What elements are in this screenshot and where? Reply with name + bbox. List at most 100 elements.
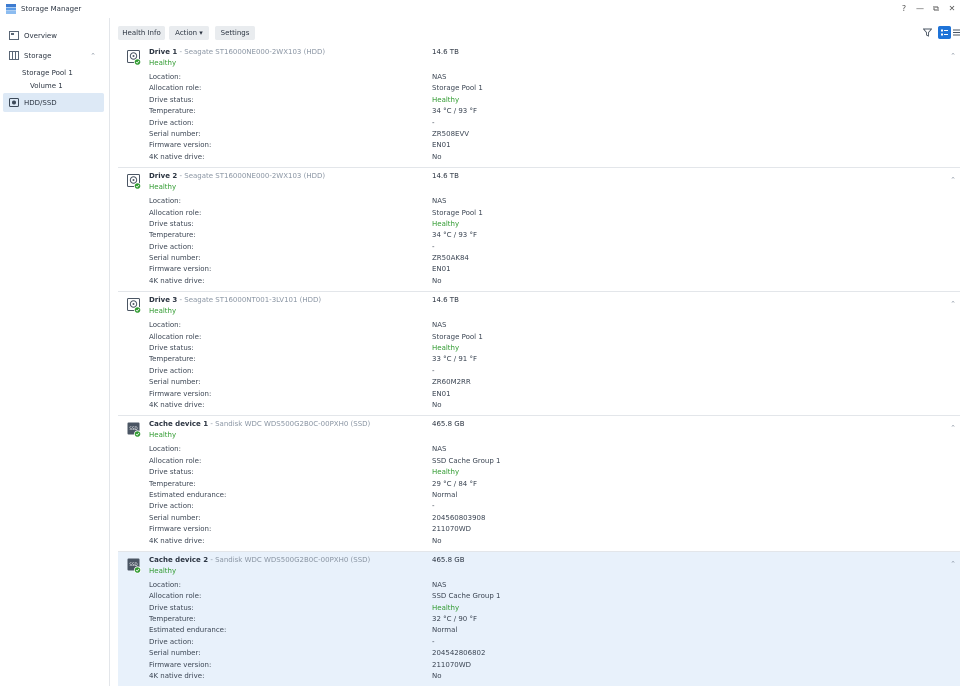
collapse-chevron-icon[interactable]: ⌃ [950, 176, 956, 184]
drive-card[interactable]: SSD Cache device 2 - Sandisk WDC WDS500G… [118, 551, 960, 686]
drive-property-row: Firmware version: EN01 [118, 389, 960, 400]
property-value: 211070WD [432, 660, 472, 669]
drive-property-row: Serial number: ZR508EVV [118, 129, 960, 140]
drive-property-row: 4K native drive: No [118, 536, 960, 547]
property-value: ZR50AK84 [432, 254, 469, 263]
property-label: 4K native drive: [149, 672, 205, 681]
drive-property-row: Estimated endurance: Normal [118, 625, 960, 636]
drive-header[interactable]: Drive 3 - Seagate ST16000NT001-3LV101 (H… [118, 292, 960, 319]
drive-property-row: Allocation role: Storage Pool 1 [118, 83, 960, 94]
chevron-up-icon[interactable]: ⌃ [90, 52, 96, 60]
drive-header[interactable]: SSD Cache device 2 - Sandisk WDC WDS500G… [118, 552, 960, 579]
property-value: Healthy [432, 95, 460, 104]
drive-property-row: Serial number: 204542806802 [118, 648, 960, 659]
property-label: Location: [149, 580, 181, 589]
drive-model: - Seagate ST16000NT001-3LV101 (HDD) [177, 296, 322, 305]
sidebar-item-volume-1[interactable]: Volume 1 [30, 82, 63, 90]
property-label: Serial number: [149, 129, 201, 138]
property-value: EN01 [432, 141, 451, 150]
property-value: 33 °C / 91 °F [432, 355, 477, 364]
drive-header[interactable]: Drive 2 - Seagate ST16000NE000-2WX103 (H… [118, 168, 960, 195]
drive-title: Drive 3 - Seagate ST16000NT001-3LV101 (H… [149, 296, 321, 304]
overview-icon [9, 31, 19, 40]
svg-text:SSD: SSD [129, 562, 137, 567]
collapse-chevron-icon[interactable]: ⌃ [950, 424, 956, 432]
property-value: Healthy [432, 603, 460, 612]
action-dropdown-button[interactable]: Action ▾ [169, 26, 209, 40]
property-value: 34 °C / 93 °F [432, 107, 477, 116]
close-icon[interactable]: ✕ [944, 3, 960, 15]
health-info-button[interactable]: Health Info [118, 26, 165, 40]
property-value: 211070WD [432, 525, 472, 534]
property-label: Drive status: [149, 95, 194, 104]
minimize-icon[interactable]: — [912, 3, 928, 15]
ssd-drive-icon: SSD [127, 558, 142, 574]
drive-header[interactable]: Drive 1 - Seagate ST16000NE000-2WX103 (H… [118, 44, 960, 71]
drive-card[interactable]: Drive 2 - Seagate ST16000NE000-2WX103 (H… [118, 168, 960, 293]
drive-property-row: Allocation role: Storage Pool 1 [118, 208, 960, 219]
property-value: NAS [432, 580, 447, 589]
drive-property-row: Drive status: Healthy [118, 343, 960, 354]
drive-property-row: Serial number: 204560803908 [118, 513, 960, 524]
property-value: No [432, 276, 442, 285]
property-label: Allocation role: [149, 332, 202, 341]
drive-title: Drive 1 - Seagate ST16000NE000-2WX103 (H… [149, 48, 325, 56]
toolbar: Health Info Action ▾ Settings [111, 18, 960, 44]
property-value: 32 °C / 90 °F [432, 615, 477, 624]
property-label: Drive action: [149, 366, 194, 375]
drive-health-status: Healthy [149, 183, 177, 192]
sidebar-item-overview[interactable]: Overview [3, 26, 104, 45]
drive-property-row: Drive action: - [118, 637, 960, 648]
collapse-chevron-icon[interactable]: ⌃ [950, 300, 956, 308]
sidebar-item-hdd-ssd[interactable]: HDD/SSD [3, 93, 104, 112]
property-label: Location: [149, 197, 181, 206]
property-label: Firmware version: [149, 389, 212, 398]
restore-icon[interactable]: ⧉ [928, 3, 944, 15]
property-value: NAS [432, 321, 447, 330]
property-value: Storage Pool 1 [432, 84, 483, 93]
drive-card[interactable]: Drive 3 - Seagate ST16000NT001-3LV101 (H… [118, 292, 960, 417]
sidebar-item-label: Overview [24, 31, 57, 40]
hdd-icon [9, 98, 19, 107]
help-icon[interactable]: ? [896, 3, 912, 15]
drive-property-row: 4K native drive: No [118, 276, 960, 287]
list-view-icon[interactable] [953, 26, 960, 39]
property-label: Location: [149, 445, 181, 454]
drive-model: - Sandisk WDC WDS500G2B0C-00PXH0 (SSD) [208, 420, 371, 429]
property-label: Firmware version: [149, 141, 212, 150]
drive-header[interactable]: SSD Cache device 1 - Sandisk WDC WDS500G… [118, 416, 960, 443]
property-label: Temperature: [149, 231, 196, 240]
drive-model: - Sandisk WDC WDS500G2B0C-00PXH0 (SSD) [208, 555, 371, 564]
collapse-chevron-icon[interactable]: ⌃ [950, 560, 956, 568]
property-value: NAS [432, 445, 447, 454]
property-label: Serial number: [149, 254, 201, 263]
property-value: Healthy [432, 219, 460, 228]
drive-property-row: Location: NAS [118, 444, 960, 455]
drive-property-row: Drive action: - [118, 366, 960, 377]
property-value: ZR508EVV [432, 129, 470, 138]
drive-property-row: 4K native drive: No [118, 671, 960, 682]
drive-property-row: Allocation role: Storage Pool 1 [118, 332, 960, 343]
sidebar-item-storage-pool-1[interactable]: Storage Pool 1 [22, 69, 73, 77]
storage-manager-icon [6, 4, 16, 14]
settings-button[interactable]: Settings [215, 26, 255, 40]
drive-properties: Location: NAS Allocation role: SSD Cache… [118, 443, 960, 551]
property-label: Firmware version: [149, 525, 212, 534]
drive-property-row: Temperature: 34 °C / 93 °F [118, 230, 960, 241]
detail-view-icon[interactable] [938, 26, 951, 39]
property-value: 29 °C / 84 °F [432, 479, 477, 488]
title-bar: Storage Manager ? — ⧉ ✕ [0, 0, 960, 18]
filter-icon[interactable] [921, 26, 934, 39]
drive-health-status: Healthy [149, 566, 177, 575]
drive-card[interactable]: SSD Cache device 1 - Sandisk WDC WDS500G… [118, 416, 960, 552]
collapse-chevron-icon[interactable]: ⌃ [950, 52, 956, 60]
property-label: Firmware version: [149, 265, 212, 274]
property-value: - [432, 242, 435, 251]
drive-property-row: Allocation role: SSD Cache Group 1 [118, 591, 960, 602]
drive-property-row: Location: NAS [118, 580, 960, 591]
property-value: No [432, 672, 442, 681]
drive-card[interactable]: Drive 1 - Seagate ST16000NE000-2WX103 (H… [118, 44, 960, 169]
sidebar-item-storage[interactable]: Storage ⌃ [3, 46, 104, 65]
property-value: No [432, 536, 442, 545]
property-label: Drive status: [149, 468, 194, 477]
